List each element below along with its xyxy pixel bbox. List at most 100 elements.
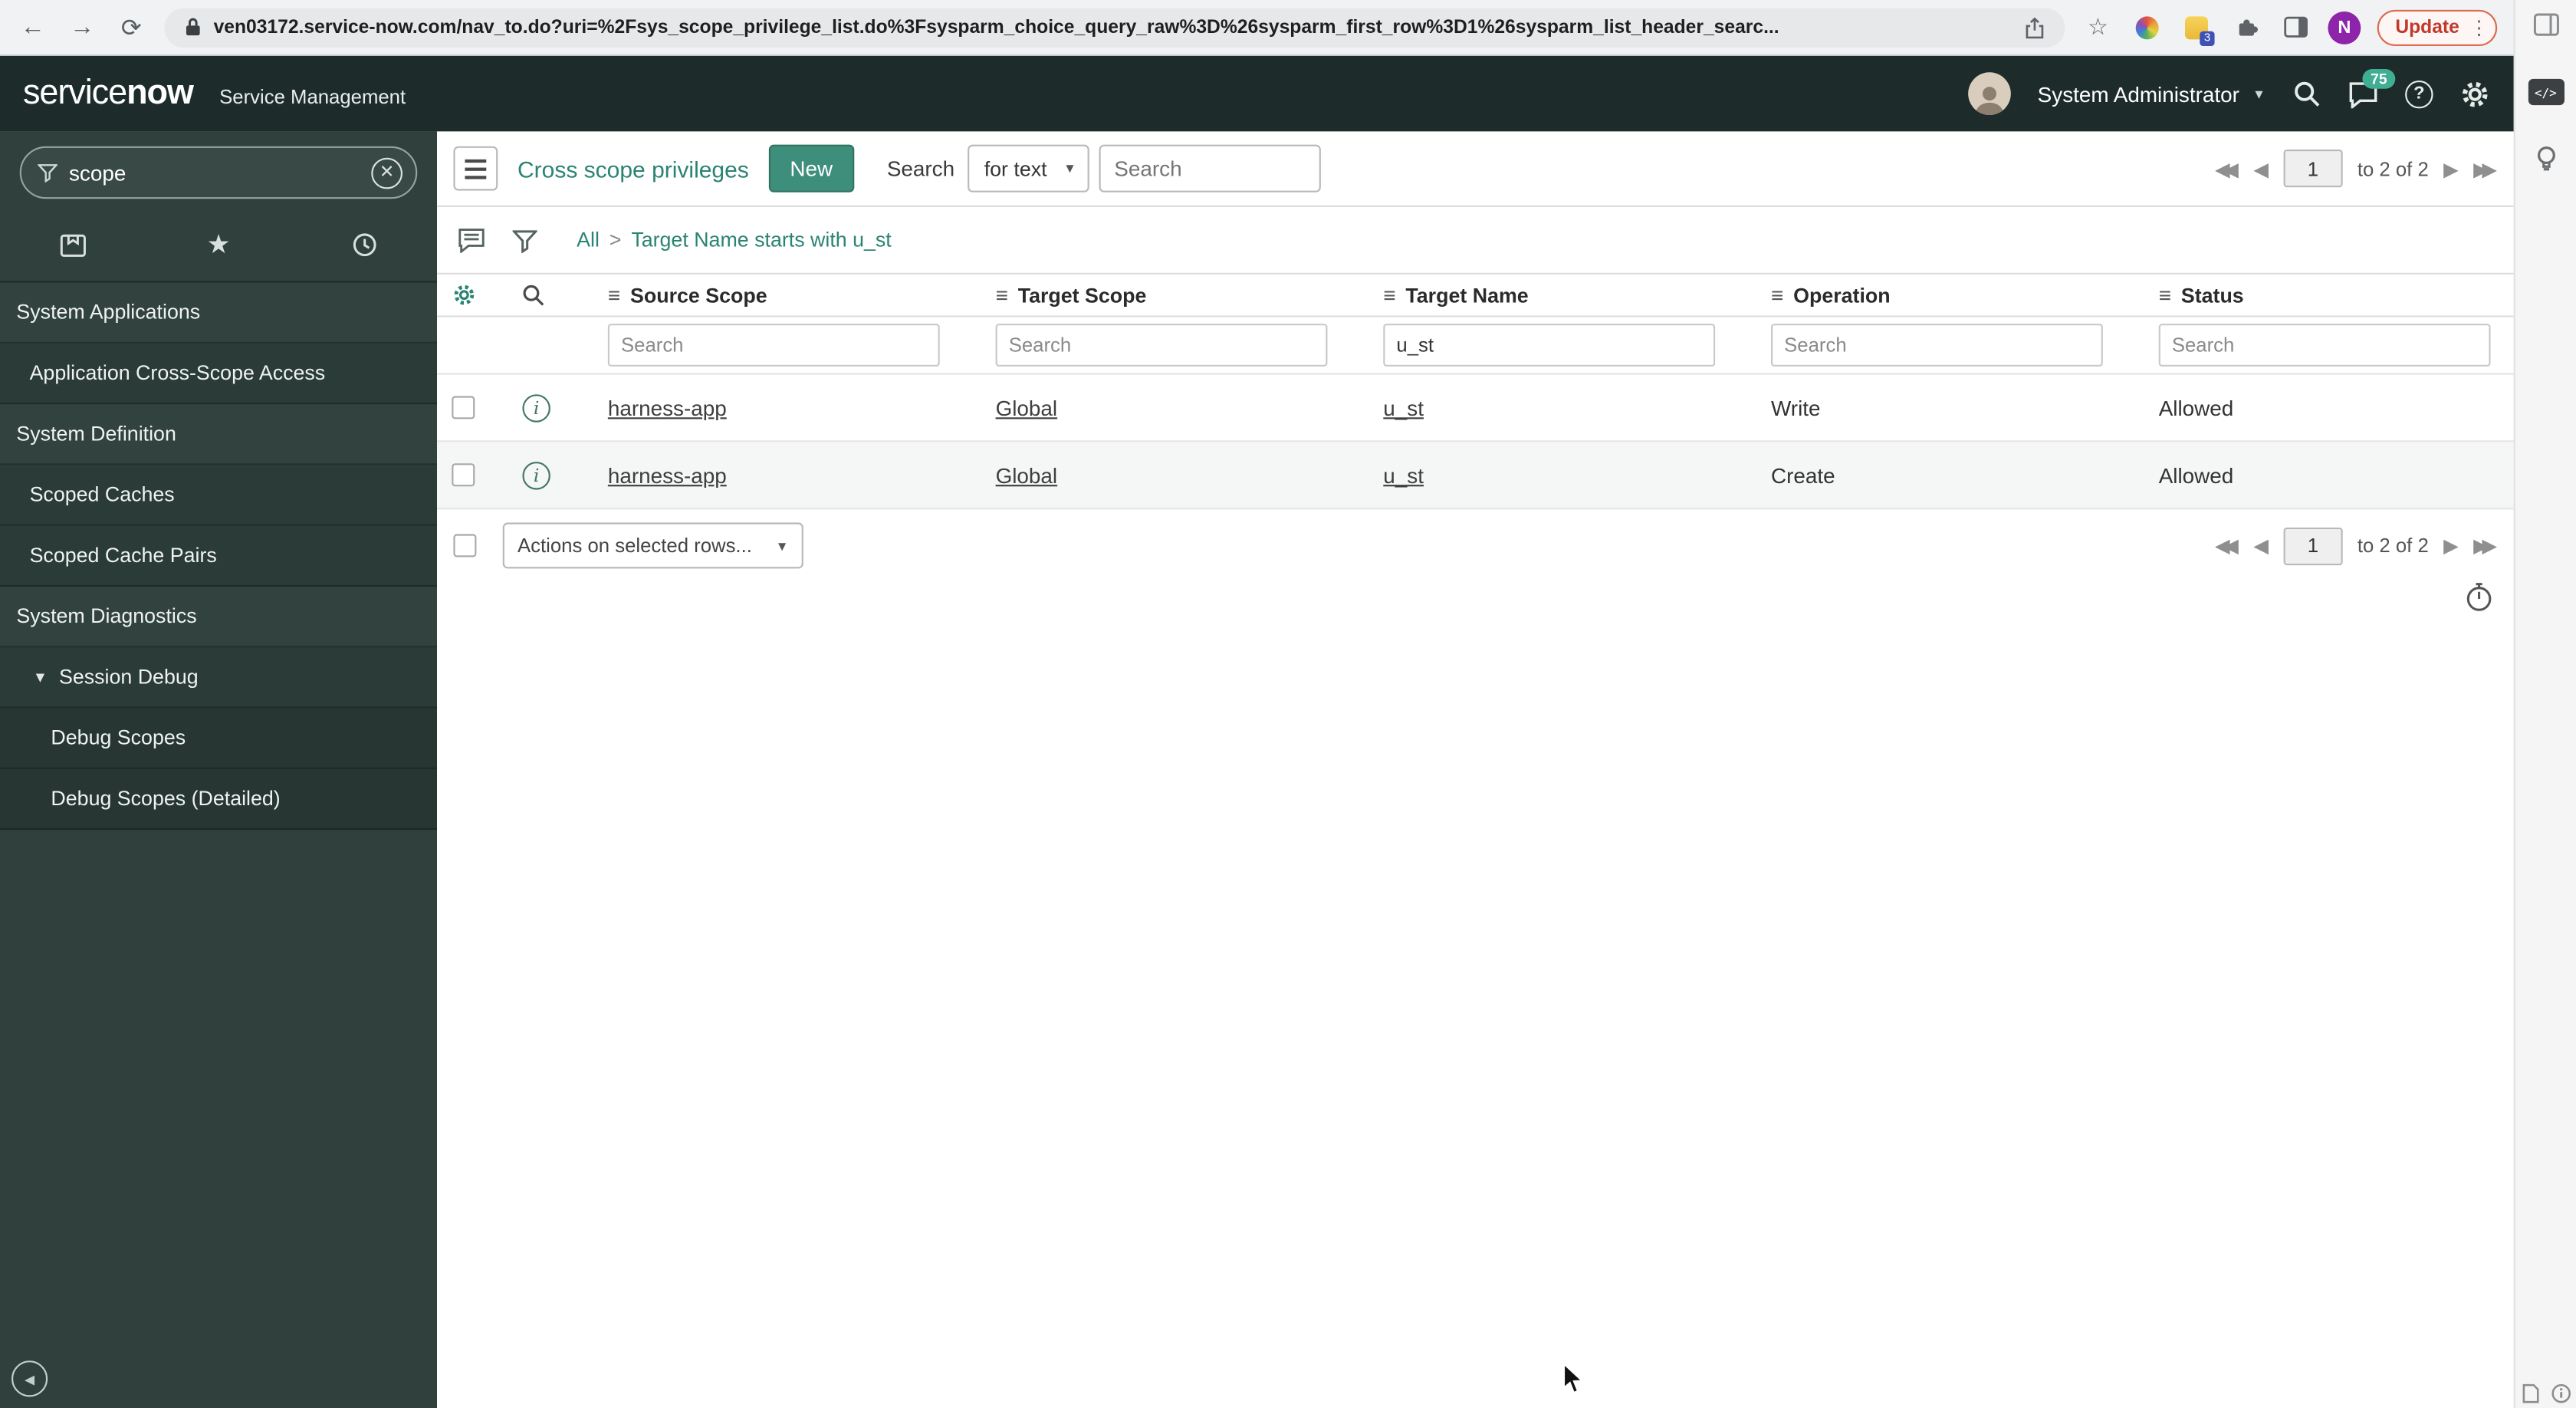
navigator-filter[interactable]: ✕ — [19, 146, 418, 199]
nav-system-diagnostics[interactable]: System Diagnostics — [0, 587, 437, 648]
global-search-icon[interactable] — [2292, 79, 2321, 109]
select-arrow-icon: ▼ — [1063, 161, 1077, 176]
list-settings-gear-icon[interactable] — [437, 283, 490, 308]
all-applications-tab-icon[interactable] — [0, 232, 146, 257]
navigator-filter-input[interactable] — [69, 160, 360, 186]
settings-gear-icon[interactable] — [2459, 78, 2491, 110]
filter-operation-input[interactable] — [1771, 324, 2103, 367]
nav-debug-scopes-detailed[interactable]: Debug Scopes (Detailed) — [0, 768, 437, 831]
dock-info-icon[interactable] — [2551, 1383, 2571, 1403]
first-page-button[interactable]: ◀◀ — [2215, 157, 2239, 180]
user-caret-icon[interactable]: ▼ — [2252, 87, 2266, 101]
next-page-button[interactable]: ▶ — [2443, 534, 2459, 557]
list-filter-icon[interactable] — [512, 228, 537, 252]
first-page-button[interactable]: ◀◀ — [2215, 534, 2239, 557]
bookmark-star-icon[interactable]: ☆ — [2082, 13, 2114, 41]
code-tool-icon[interactable]: </> — [2527, 78, 2564, 106]
column-header-operation[interactable]: ≡ Operation — [1738, 283, 2126, 308]
back-button[interactable]: ← — [16, 13, 49, 41]
collapse-navigator-button[interactable]: ◀ — [12, 1360, 48, 1397]
navigator-tabs: ★ — [0, 209, 437, 281]
cell-target-name[interactable]: u_st — [1383, 395, 1424, 419]
column-header-status[interactable]: ≡ Status — [2126, 283, 2514, 308]
column-header-source-scope[interactable]: ≡ Source Scope — [575, 283, 963, 308]
chrome-update-button[interactable]: Update ⋮ — [2377, 8, 2498, 45]
prev-page-button[interactable]: ◀ — [2253, 534, 2269, 557]
column-header-target-name[interactable]: ≡ Target Name — [1350, 283, 1738, 308]
nav-debug-scopes[interactable]: Debug Scopes — [0, 708, 437, 769]
select-all-checkbox[interactable] — [453, 534, 477, 558]
clear-filter-icon[interactable]: ✕ — [371, 156, 402, 189]
nav-scoped-cache-pairs[interactable]: Scoped Cache Pairs — [0, 525, 437, 587]
extension-yellow-icon[interactable]: 3 — [2180, 15, 2215, 45]
dock-page-icon[interactable] — [2521, 1383, 2539, 1403]
column-header-target-scope[interactable]: ≡ Target Scope — [963, 283, 1351, 308]
list-context-menu-button[interactable] — [453, 146, 498, 191]
nav-system-definition[interactable]: System Definition — [0, 404, 437, 465]
column-search-toggle-icon[interactable] — [490, 283, 575, 308]
breadcrumb: All > Target Name starts with u_st — [577, 228, 892, 252]
nav-session-debug[interactable]: ▼ Session Debug — [0, 647, 437, 709]
panel-toggle-icon[interactable] — [2532, 13, 2558, 36]
prev-page-button[interactable]: ◀ — [2253, 157, 2269, 180]
profile-avatar[interactable]: N — [2328, 10, 2361, 44]
user-menu[interactable]: System Administrator — [2038, 81, 2239, 106]
activity-stream-icon[interactable] — [457, 227, 487, 253]
cell-target-name[interactable]: u_st — [1383, 462, 1424, 487]
search-type-select[interactable]: for text ▼ — [968, 144, 1090, 192]
conversations-icon[interactable]: 75 — [2348, 67, 2396, 108]
row-checkbox[interactable] — [452, 396, 475, 419]
nav-scoped-caches[interactable]: Scoped Caches — [0, 465, 437, 526]
extension-badge: 3 — [2200, 30, 2215, 45]
filter-target-name-input[interactable] — [1383, 324, 1716, 367]
address-bar[interactable]: ven03172.service-now.com/nav_to.do?uri=%… — [164, 7, 2065, 48]
filter-source-scope-input[interactable] — [607, 324, 940, 367]
cell-source-scope[interactable]: harness-app — [608, 462, 727, 487]
favorites-tab-icon[interactable]: ★ — [146, 229, 291, 262]
reload-button[interactable]: ⟳ — [115, 12, 148, 41]
pagination-bottom: ◀◀ ◀ to 2 of 2 ▶ ▶▶ — [2215, 526, 2497, 565]
share-icon[interactable] — [2024, 15, 2045, 38]
actions-on-selected-rows-select[interactable]: Actions on selected rows... ▼ — [502, 522, 803, 569]
next-page-button[interactable]: ▶ — [2443, 157, 2459, 180]
filter-target-scope-input[interactable] — [995, 324, 1328, 367]
cell-source-scope[interactable]: harness-app — [608, 395, 727, 419]
cell-target-scope[interactable]: Global — [996, 395, 1058, 419]
history-tab-icon[interactable] — [291, 232, 437, 258]
table-row: i harness-app Global u_st Write Allowed — [437, 375, 2514, 442]
response-time-stopwatch-icon[interactable] — [2464, 582, 2494, 614]
breadcrumb-all[interactable]: All — [577, 229, 600, 252]
last-page-button[interactable]: ▶▶ — [2473, 534, 2497, 557]
navigator-sidebar: ✕ ★ System Applications Application Cros… — [0, 131, 437, 1408]
record-info-icon[interactable]: i — [522, 393, 550, 422]
new-button[interactable]: New — [768, 144, 854, 192]
record-info-icon[interactable]: i — [522, 461, 550, 489]
breadcrumb-filter[interactable]: Target Name starts with u_st — [631, 229, 891, 252]
last-page-button[interactable]: ▶▶ — [2473, 157, 2497, 180]
page-number-input[interactable] — [2283, 150, 2343, 188]
cell-status: Allowed — [2158, 395, 2234, 420]
lightbulb-icon[interactable] — [2532, 145, 2558, 175]
browser-menu-icon[interactable]: ⋮ — [2469, 15, 2489, 38]
help-icon[interactable]: ? — [2405, 79, 2433, 108]
nav-application-cross-scope-access[interactable]: Application Cross-Scope Access — [0, 343, 437, 405]
list-footer: Actions on selected rows...▼ ◀◀ ◀ to 2 o… — [437, 522, 2514, 569]
user-avatar[interactable] — [1968, 72, 2012, 115]
list-search-input[interactable] — [1099, 144, 1322, 192]
product-title: Service Management — [219, 85, 406, 109]
sidepanel-icon[interactable] — [2279, 16, 2312, 38]
page-number-input[interactable] — [2283, 526, 2343, 565]
cell-target-scope[interactable]: Global — [996, 462, 1058, 487]
extension-colorwheel-icon[interactable] — [2131, 15, 2164, 39]
forward-button[interactable]: → — [66, 13, 99, 41]
extensions-puzzle-icon[interactable] — [2229, 15, 2262, 39]
filter-status-input[interactable] — [2158, 324, 2491, 367]
row-checkbox[interactable] — [452, 463, 475, 487]
expand-triangle-icon: ▼ — [32, 669, 48, 686]
nav-system-applications[interactable]: System Applications — [0, 282, 437, 344]
select-arrow-icon: ▼ — [775, 538, 789, 554]
browser-chrome: ← → ⟳ ven03172.service-now.com/nav_to.do… — [0, 0, 2514, 56]
list-toolbar: Cross scope privileges New Search for te… — [437, 131, 2514, 207]
list-title[interactable]: Cross scope privileges — [518, 156, 749, 182]
column-menu-icon: ≡ — [995, 282, 1008, 308]
